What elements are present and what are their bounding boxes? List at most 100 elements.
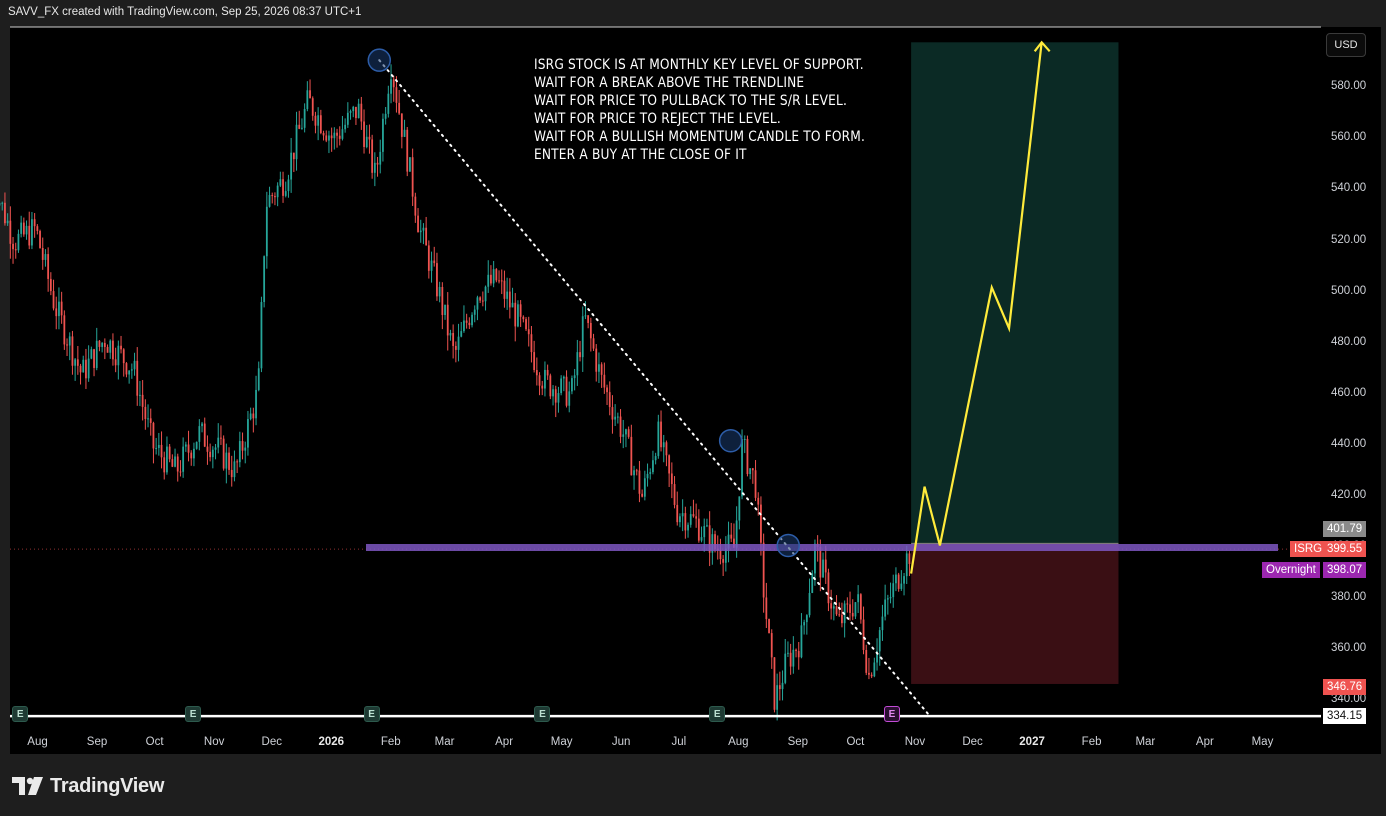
candle-body	[897, 574, 900, 589]
candle-body	[870, 674, 873, 677]
candle-body	[584, 315, 587, 317]
price-axis-tick: 460.00	[1331, 386, 1367, 399]
candle-body	[120, 345, 122, 350]
earnings-icon[interactable]: E	[534, 706, 551, 722]
candle-body	[903, 576, 905, 584]
candle-body	[657, 421, 660, 457]
candle-body	[635, 470, 638, 472]
candle-body	[770, 633, 773, 658]
candle-body	[859, 594, 862, 620]
candle-body	[760, 504, 762, 543]
candle-body	[76, 359, 79, 366]
candle-body	[125, 363, 128, 375]
candle-body	[660, 421, 662, 448]
candle-body	[438, 286, 441, 297]
trendline-touch-marker	[776, 533, 800, 558]
candle-body	[403, 129, 406, 137]
candle-body	[400, 113, 403, 137]
candle-body	[336, 132, 338, 136]
candle-body	[252, 413, 255, 419]
candle-body	[757, 497, 760, 505]
earnings-icon[interactable]: E	[363, 706, 380, 722]
tradingview-logo[interactable]: TradingView	[12, 774, 164, 798]
candle-body	[141, 394, 144, 407]
candle-body	[203, 423, 206, 447]
earnings-icon[interactable]: E	[185, 706, 202, 722]
candle-body	[44, 254, 47, 260]
candle-body	[668, 455, 671, 474]
candle-body	[670, 473, 673, 485]
earnings-icon[interactable]: E	[883, 706, 900, 722]
candle-body	[6, 220, 9, 224]
candle-body	[606, 387, 608, 393]
price-axis-tick: 520.00	[1331, 233, 1367, 246]
time-axis-tick: Jul	[671, 736, 687, 748]
candle-body	[646, 473, 649, 479]
time-axis-tick: Nov	[904, 736, 926, 748]
candle-body	[700, 537, 703, 541]
candle-body	[360, 103, 363, 122]
earnings-icon[interactable]: E	[709, 706, 726, 722]
candle-body	[314, 115, 317, 126]
trade-plan-annotation[interactable]: ISRG STOCK IS AT MONTHLY KEY LEVEL OF SU…	[534, 56, 865, 164]
candle-body	[614, 416, 617, 420]
candle-body	[25, 225, 28, 235]
candle-body	[546, 369, 549, 376]
currency-button[interactable]: USD	[1326, 33, 1366, 57]
earnings-icon[interactable]: E	[12, 706, 29, 722]
time-axis-tick: Mar	[1135, 736, 1156, 748]
candle-body	[741, 439, 743, 497]
candle-body	[225, 452, 228, 469]
candle-body	[279, 179, 282, 186]
candle-body	[454, 345, 457, 350]
time-axis-tick: May	[1251, 736, 1274, 748]
candle-body	[519, 304, 522, 317]
candle-body	[58, 301, 60, 317]
candle-body	[309, 90, 311, 99]
time-axis-tick: Apr	[1195, 736, 1214, 748]
tradingview-logo-icon	[12, 777, 43, 795]
candle-body	[290, 152, 293, 180]
candle-body	[276, 185, 279, 198]
candle-body	[271, 194, 274, 197]
candle-body	[622, 434, 625, 437]
candle-body	[581, 316, 584, 358]
candle-body	[257, 368, 260, 390]
candle-body	[587, 315, 590, 323]
candle-body	[608, 392, 611, 408]
candle-body	[193, 448, 195, 459]
candle-body	[430, 260, 433, 271]
candle-body	[22, 222, 25, 235]
candle-body	[93, 349, 95, 368]
candle-body	[355, 106, 357, 119]
candle-body	[63, 315, 66, 345]
candle-body	[511, 302, 514, 308]
candle-body	[17, 233, 20, 251]
candle-body	[681, 513, 684, 517]
candle-body	[319, 115, 322, 133]
candle-body	[895, 574, 897, 584]
candle-body	[765, 597, 768, 620]
candle-body	[144, 406, 147, 419]
price-axis-tick: 560.00	[1331, 131, 1367, 144]
time-axis-tick: May	[550, 736, 573, 748]
time-axis-tick: 2026	[318, 736, 345, 748]
candle-body	[749, 468, 752, 475]
candle-body	[784, 653, 787, 683]
candle-body	[473, 309, 476, 315]
time-axis-tick: Sep	[86, 736, 108, 748]
candle-body	[160, 444, 163, 458]
candle-body	[95, 340, 98, 368]
candle-body	[74, 359, 77, 366]
candle-body	[811, 573, 814, 593]
candle-body	[346, 112, 349, 125]
candle-body	[201, 423, 203, 427]
last-price-label: 399.55	[1323, 541, 1367, 558]
candle-body	[619, 416, 622, 437]
candle-body	[498, 280, 500, 282]
candle-body	[776, 685, 779, 710]
candle-body	[220, 437, 222, 439]
candle-body	[795, 649, 797, 651]
candle-body	[322, 132, 325, 136]
candle-body	[778, 685, 781, 690]
